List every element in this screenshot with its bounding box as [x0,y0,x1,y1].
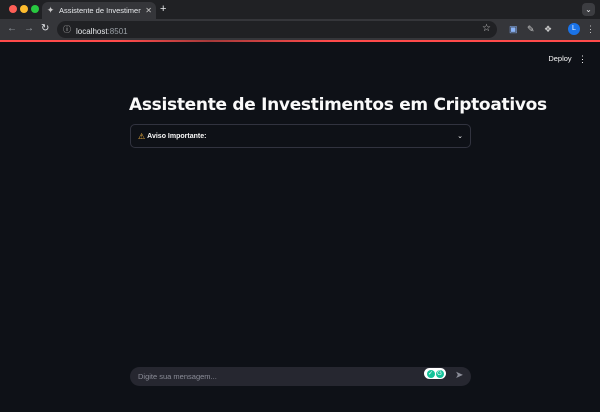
main-menu-icon[interactable]: ⋮ [578,52,587,66]
streamlit-icon: ✦ [46,5,55,15]
close-window-button[interactable] [9,5,17,13]
browser-toolbar: ← → ↻ ⓘ localhost:8501 ☆ ▣ ✎ ❖ L ⋮ [0,19,600,40]
grammarly-badge[interactable]: ✓ G [424,368,446,379]
streamlit-header-decoration [0,40,600,42]
minimize-window-button[interactable] [20,5,28,13]
warning-icon: ⚠ [138,131,146,141]
url-host: localhost [76,26,108,36]
puzzle-icon[interactable]: ❖ [544,23,552,35]
grammarly-icon: ✓ [426,369,435,378]
expander-label: Aviso Importante: [147,132,207,140]
new-tab-button[interactable]: + [160,3,166,15]
back-icon[interactable]: ← [7,23,17,35]
eyedropper-icon[interactable]: ✎ [527,23,535,35]
address-bar[interactable]: ⓘ localhost:8501 ☆ [57,21,497,38]
browser-tab[interactable]: ✦ Assistente de Investimentos ✕ [42,2,156,19]
chat-input[interactable] [138,372,463,381]
site-info-icon[interactable]: ⓘ [63,24,71,35]
maximize-window-button[interactable] [31,5,39,13]
tab-search-button[interactable]: ⌄ [582,3,595,16]
extension-icon[interactable]: ▣ [509,23,518,35]
chevron-down-icon[interactable]: ⌄ [457,132,463,140]
send-icon[interactable]: ➤ [455,370,463,382]
reload-icon[interactable]: ↻ [41,23,49,35]
bookmark-star-icon[interactable]: ☆ [482,23,491,34]
deploy-button[interactable]: Deploy [542,52,578,66]
grammarly-status-icon: G [435,369,444,378]
tab-title: Assistente de Investimentos [59,6,142,15]
page-title: Assistente de Investimentos em Criptoati… [129,95,547,115]
browser-tab-bar: ✦ Assistente de Investimentos ✕ + ⌄ [0,0,600,19]
profile-avatar[interactable]: L [568,23,580,35]
close-tab-icon[interactable]: ✕ [145,6,152,15]
screen: ✦ Assistente de Investimentos ✕ + ⌄ ← → … [0,0,600,412]
forward-icon[interactable]: → [24,23,34,35]
warning-expander[interactable]: ⚠ Aviso Importante: ⌄ [130,124,471,148]
browser-menu-icon[interactable]: ⋮ [586,23,595,35]
url-port: :8501 [107,26,128,36]
chat-input-container [130,367,471,386]
